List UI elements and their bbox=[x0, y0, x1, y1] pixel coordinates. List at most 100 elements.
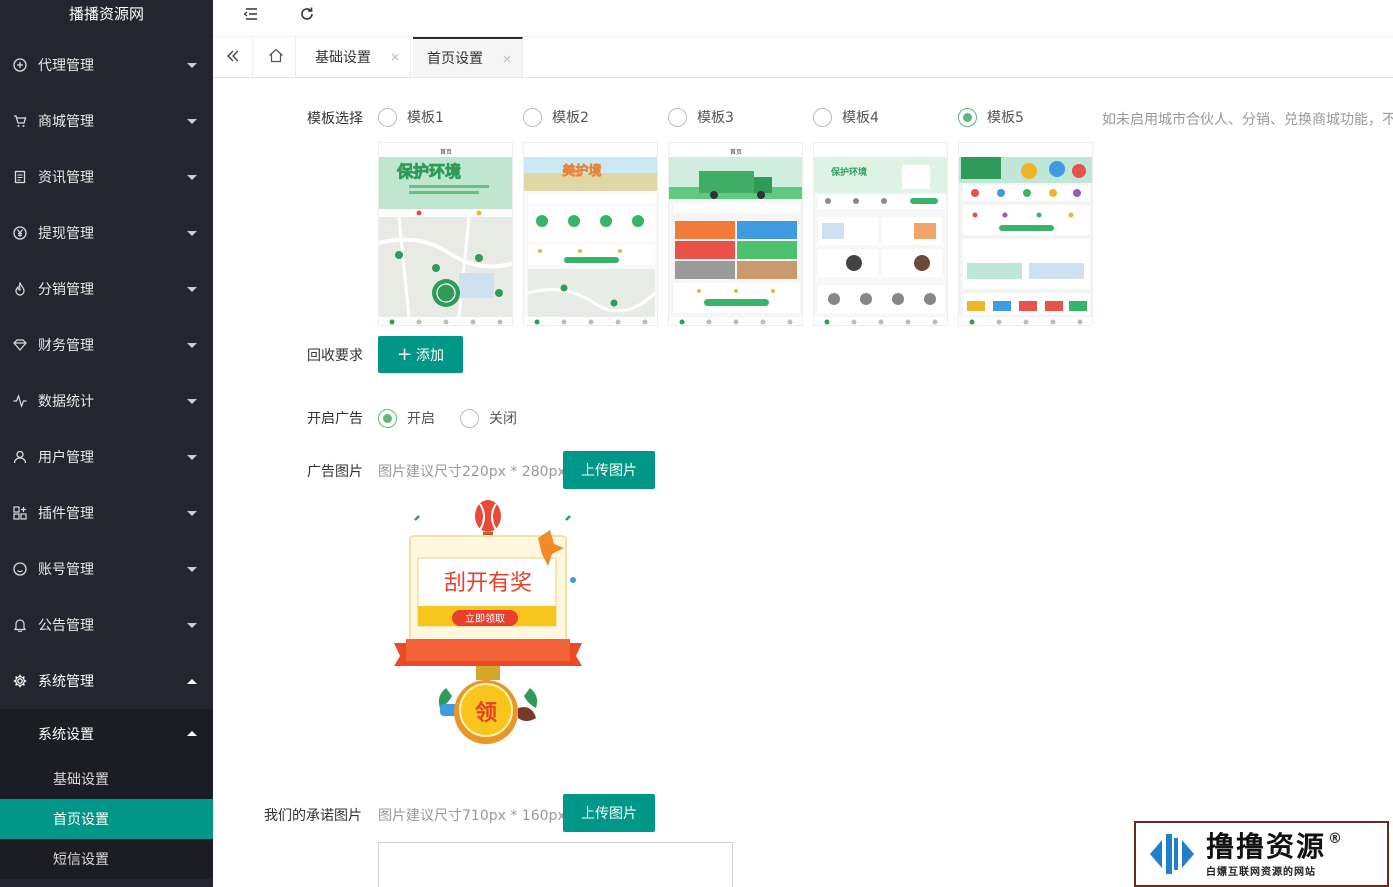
chevron-down-icon bbox=[187, 287, 197, 292]
ad-button-text: 立即领取 bbox=[465, 612, 505, 625]
sidebar-item-news[interactable]: 资讯管理 bbox=[0, 149, 213, 205]
template-preview-3[interactable]: 首页 bbox=[668, 142, 803, 326]
chevron-down-icon bbox=[187, 455, 197, 460]
template-label: 模板选择 bbox=[307, 111, 363, 127]
fire-icon bbox=[12, 281, 28, 297]
tab-scroll-left-button[interactable] bbox=[213, 37, 253, 77]
pulse-icon bbox=[12, 393, 28, 409]
upload-ad-image-button[interactable]: 上传图片 bbox=[563, 451, 655, 489]
sidebar-item-withdraw[interactable]: 提现管理 bbox=[0, 205, 213, 261]
radio-label: 模板4 bbox=[842, 110, 879, 126]
template-hint: 如未启用城市合伙人、分销、兑换商城功能，不 bbox=[1102, 112, 1393, 128]
add-button[interactable]: + 添加 bbox=[378, 336, 463, 373]
sidebar-item-label: 公告管理 bbox=[38, 618, 94, 634]
sidebar-item-notice[interactable]: 公告管理 bbox=[0, 597, 213, 653]
watermark-text: 撸撸资源 ® 白嫖互联网资源的网站 bbox=[1206, 829, 1342, 878]
gear-icon bbox=[12, 673, 28, 689]
template-radio-2[interactable]: 模板2 bbox=[523, 107, 589, 127]
recycle-label: 回收要求 bbox=[307, 348, 363, 364]
tab-home-button[interactable] bbox=[256, 37, 296, 77]
sidebar-item-agent[interactable]: 代理管理 bbox=[0, 37, 213, 93]
sidebar-item-label: 系统管理 bbox=[38, 674, 94, 690]
close-icon[interactable]: × bbox=[390, 50, 400, 64]
sidebar-item-finance[interactable]: 财务管理 bbox=[0, 317, 213, 373]
chevron-down-icon bbox=[187, 567, 197, 572]
sidebar-subgroup-system-settings[interactable]: 系统设置 bbox=[0, 709, 213, 759]
ad-off-radio[interactable]: 关闭 bbox=[460, 408, 517, 428]
radio-circle bbox=[523, 107, 542, 127]
preview-status-text: 首页 bbox=[730, 148, 742, 156]
radio-circle bbox=[460, 408, 479, 428]
upload-promise-image-button[interactable]: 上传图片 bbox=[563, 794, 655, 832]
chevron-down-icon bbox=[187, 399, 197, 404]
sidebar-leaf-basic-settings[interactable]: 基础设置 bbox=[0, 759, 213, 799]
sidebar-item-system[interactable]: 系统管理 bbox=[0, 653, 213, 709]
tab-label: 首页设置 bbox=[427, 51, 483, 67]
radio-label: 模板2 bbox=[552, 110, 589, 126]
chevron-up-icon bbox=[187, 731, 197, 736]
smile-icon bbox=[12, 561, 28, 577]
ad-image-label: 广告图片 bbox=[307, 464, 363, 480]
ad-coin-text: 领 bbox=[475, 700, 497, 726]
template-radio-3[interactable]: 模板3 bbox=[668, 107, 734, 127]
ad-on-radio[interactable]: 开启 bbox=[378, 408, 435, 428]
watermark-title: 撸撸资源 bbox=[1206, 829, 1327, 863]
yen-icon bbox=[12, 225, 28, 241]
chevron-down-icon bbox=[187, 175, 197, 180]
sidebar-item-label: 账号管理 bbox=[38, 562, 94, 578]
template-preview-5[interactable] bbox=[958, 142, 1093, 326]
template-preview-2[interactable]: 美护境 bbox=[523, 142, 658, 326]
sidebar-leaf-home-settings[interactable]: 首页设置 bbox=[0, 799, 213, 839]
main-content: 模板选择 模板1 模板2 模板3 模板4 模板5 如未启用城市合伙人、分销、兑换… bbox=[213, 78, 1393, 887]
template-preview-4[interactable]: 保护环境 bbox=[813, 142, 948, 326]
home-icon bbox=[268, 48, 284, 67]
cart-icon bbox=[12, 113, 28, 129]
sidebar-item-distribution[interactable]: 分销管理 bbox=[0, 261, 213, 317]
chevron-down-icon bbox=[187, 623, 197, 628]
ad-title-text: 刮开有奖 bbox=[444, 571, 532, 596]
tab-basic-settings[interactable]: 基础设置 × bbox=[301, 37, 411, 77]
menu-collapse-icon[interactable] bbox=[240, 4, 262, 24]
double-chevron-left-icon bbox=[226, 48, 240, 67]
refresh-icon[interactable] bbox=[296, 4, 318, 24]
chevron-down-icon bbox=[187, 231, 197, 236]
template-radio-4[interactable]: 模板4 bbox=[813, 107, 879, 127]
radio-circle bbox=[813, 107, 832, 127]
radio-circle bbox=[668, 107, 687, 127]
user-icon bbox=[12, 449, 28, 465]
promise-image-label: 我们的承诺图片 bbox=[264, 808, 362, 824]
radio-circle bbox=[378, 408, 397, 428]
sidebar-leaf-sms-settings[interactable]: 短信设置 bbox=[0, 839, 213, 879]
radio-circle bbox=[378, 107, 397, 127]
sidebar-subgroup-label: 系统设置 bbox=[38, 727, 94, 743]
add-button-label: 添加 bbox=[416, 347, 445, 364]
close-icon[interactable]: × bbox=[502, 52, 512, 66]
promise-image-hint: 图片建议尺寸710px * 160px bbox=[378, 808, 566, 824]
sidebar-item-label: 数据统计 bbox=[38, 394, 94, 410]
template-radio-5[interactable]: 模板5 bbox=[958, 107, 1024, 127]
sidebar-item-accounts[interactable]: 账号管理 bbox=[0, 541, 213, 597]
sidebar-item-label: 插件管理 bbox=[38, 506, 94, 522]
sidebar-item-label: 商城管理 bbox=[38, 114, 94, 130]
sidebar-item-plugins[interactable]: 插件管理 bbox=[0, 485, 213, 541]
sidebar-item-label: 提现管理 bbox=[38, 226, 94, 242]
ad-image-hint: 图片建议尺寸220px * 280px bbox=[378, 464, 566, 480]
sidebar-item-users[interactable]: 用户管理 bbox=[0, 429, 213, 485]
sidebar-item-label: 用户管理 bbox=[38, 450, 94, 466]
bell-icon bbox=[12, 617, 28, 633]
tab-home-settings[interactable]: 首页设置 × bbox=[413, 37, 523, 77]
radio-label: 模板3 bbox=[697, 110, 734, 126]
sidebar-item-label: 代理管理 bbox=[38, 58, 94, 74]
template-radio-1[interactable]: 模板1 bbox=[378, 107, 444, 127]
sidebar-item-stats[interactable]: 数据统计 bbox=[0, 373, 213, 429]
ad-image-preview: 刮开有奖 立即领取 领 bbox=[388, 498, 588, 754]
chevron-up-icon bbox=[187, 679, 197, 684]
radio-label: 模板5 bbox=[987, 110, 1024, 126]
chevron-down-icon bbox=[187, 511, 197, 516]
preview-banner-text: 保护环境 bbox=[830, 166, 867, 178]
template-preview-1[interactable]: 首页 保护环境 bbox=[378, 142, 513, 326]
sidebar-item-shop[interactable]: 商城管理 bbox=[0, 93, 213, 149]
logo-mark-icon bbox=[1146, 830, 1198, 878]
watermark-logo: 撸撸资源 ® 白嫖互联网资源的网站 bbox=[1134, 821, 1389, 887]
top-bar bbox=[213, 0, 1393, 37]
